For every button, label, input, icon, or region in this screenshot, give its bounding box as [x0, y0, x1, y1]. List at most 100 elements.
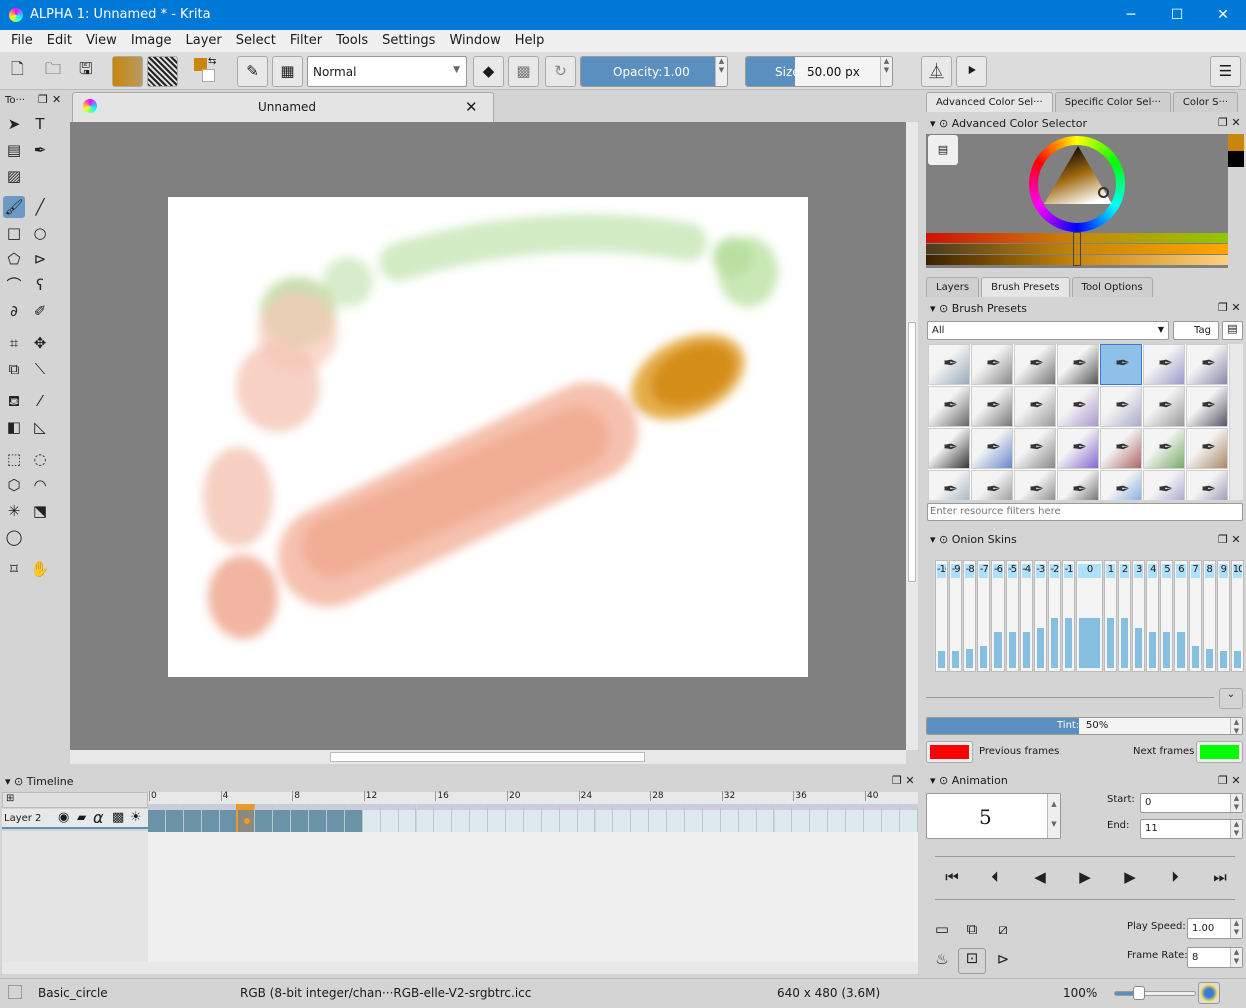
- brush-preset-thumbnail[interactable]: ✒: [1014, 386, 1056, 427]
- frame-cell[interactable]: [738, 804, 757, 832]
- onion-skin-offset-label[interactable]: -9: [951, 564, 961, 578]
- onion-skin-offset-label[interactable]: -2: [1049, 564, 1059, 578]
- frame-cell[interactable]: [846, 804, 864, 832]
- onion-skin-offset-label[interactable]: 3: [1134, 564, 1144, 578]
- onion-skin-opacity-bar[interactable]: [1008, 632, 1016, 668]
- close-button[interactable]: ✕: [1200, 0, 1246, 30]
- first-frame-icon[interactable]: ⏮: [940, 868, 964, 890]
- brush-preset-thumbnail[interactable]: ✒: [1100, 344, 1142, 385]
- polygon-select-tool-icon[interactable]: ⬡: [3, 474, 25, 496]
- mirror-horizontal-button[interactable]: ⏅: [921, 56, 952, 87]
- brush-preset-thumbnail[interactable]: ✒: [928, 344, 970, 385]
- brush-tag-dropdown[interactable]: All ▼: [927, 321, 1169, 340]
- frame-cell[interactable]: [881, 804, 900, 832]
- onion-skin-opacity-bar[interactable]: [980, 645, 988, 668]
- tab-advanced-color-selector[interactable]: Advanced Color Sel···: [926, 92, 1053, 112]
- frame-cell[interactable]: [344, 804, 363, 832]
- tab-specific-color-selector[interactable]: Specific Color Sel···: [1054, 92, 1171, 112]
- onion-skin-column[interactable]: -2: [1047, 560, 1061, 672]
- frame-cell[interactable]: [380, 804, 399, 832]
- workspace-menu-button[interactable]: ☰: [1210, 56, 1241, 87]
- onion-skin-offset-label[interactable]: -10: [937, 564, 947, 578]
- menu-help[interactable]: Help: [508, 30, 552, 52]
- background-color-swatch[interactable]: [202, 69, 215, 82]
- frame-ruler[interactable]: 0 4 8 12 16 20 24 28 32 36 40: [148, 791, 918, 804]
- onion-skin-column[interactable]: 6: [1174, 560, 1188, 672]
- frame-cell[interactable]: [506, 804, 524, 832]
- onion-skin-opacity-bar[interactable]: [1149, 632, 1157, 668]
- frame-cell[interactable]: [148, 804, 166, 832]
- next-frame-icon[interactable]: ▶: [1118, 868, 1142, 890]
- visibility-icon[interactable]: ◉: [58, 810, 69, 825]
- onion-skin-offset-label[interactable]: 9: [1218, 564, 1228, 578]
- expand-chevron-icon[interactable]: ⌄: [1219, 688, 1243, 709]
- crop-tool-icon[interactable]: ⌗: [3, 332, 25, 354]
- onion-skin-opacity-bar[interactable]: [1233, 650, 1241, 668]
- frame-cell[interactable]: [685, 804, 703, 832]
- onion-skin-offset-label[interactable]: 2: [1120, 564, 1130, 578]
- onion-skin-column[interactable]: -7: [977, 560, 991, 672]
- size-spin-icon[interactable]: ▲ ▼: [880, 57, 892, 86]
- edit-shapes-tool-icon[interactable]: ▤: [3, 139, 25, 161]
- onion-skin-offset-label[interactable]: 6: [1176, 564, 1186, 578]
- brush-preset-thumbnail[interactable]: ✒: [1186, 470, 1228, 500]
- frame-cell[interactable]: [235, 804, 258, 832]
- resource-filter-input[interactable]: Enter resource filters here: [927, 503, 1243, 521]
- color-selector-area[interactable]: ▤: [926, 134, 1228, 268]
- play-speed-spin-icon[interactable]: ▲ ▼: [1230, 919, 1242, 938]
- onion-skin-opacity-bar[interactable]: [966, 649, 974, 668]
- next-keyframe-icon[interactable]: ⏵: [1163, 868, 1187, 890]
- reload-preset-button[interactable]: ↻: [545, 56, 576, 87]
- measure-tool-icon[interactable]: ⟍: [29, 358, 51, 380]
- float-icon[interactable]: ❐ ✕: [1218, 301, 1241, 314]
- frame-rate-input[interactable]: 8 ▲ ▼: [1187, 947, 1243, 968]
- onion-skin-column[interactable]: 5: [1160, 560, 1174, 672]
- onion-skin-column[interactable]: -6: [991, 560, 1005, 672]
- frame-cell[interactable]: [559, 804, 578, 832]
- onion-skin-offset-label[interactable]: -1: [1063, 564, 1074, 578]
- lock-icon[interactable]: ▰: [77, 810, 86, 824]
- swap-colors-icon[interactable]: ⇆: [208, 56, 216, 67]
- frame-cell[interactable]: [774, 804, 793, 832]
- timeline-horizontal-scrollbar[interactable]: [2, 962, 918, 974]
- onion-skin-opacity-bar[interactable]: [1205, 649, 1213, 668]
- brush-preset-thumbnail[interactable]: ✒: [1143, 344, 1185, 385]
- gradient-tool-icon[interactable]: ◧: [3, 416, 25, 438]
- onion-skin-column[interactable]: -8: [963, 560, 977, 672]
- onion-skin-column[interactable]: 3: [1132, 560, 1146, 672]
- end-frame-input[interactable]: 11 ▲ ▼: [1140, 819, 1243, 839]
- alpha-lock-icon[interactable]: α: [93, 808, 104, 827]
- frame-cell[interactable]: [470, 804, 489, 832]
- onion-skin-opacity-bar[interactable]: [1121, 617, 1129, 668]
- slider-handle[interactable]: [1073, 232, 1081, 266]
- onion-skin-opacity-bar[interactable]: [952, 650, 960, 668]
- end-spin-icon[interactable]: ▲ ▼: [1230, 820, 1242, 838]
- horizontal-scroll-thumb[interactable]: [330, 752, 645, 762]
- menu-filter[interactable]: Filter: [283, 30, 329, 52]
- previous-keyframe-icon[interactable]: ⏴: [983, 868, 1007, 890]
- drop-frames-icon[interactable]: ⊳: [991, 950, 1015, 972]
- onion-skin-column[interactable]: 9: [1216, 560, 1230, 672]
- onion-skin-column[interactable]: 1: [1103, 560, 1118, 672]
- canvas-only-toggle-icon[interactable]: [1198, 982, 1220, 1004]
- zoom-tool-icon[interactable]: ⌑: [3, 558, 25, 580]
- brush-preset-thumbnail[interactable]: ✒: [971, 344, 1013, 385]
- frame-cell[interactable]: [183, 804, 202, 832]
- canvas-image[interactable]: [168, 197, 808, 677]
- onion-skin-offset-label[interactable]: 8: [1204, 564, 1214, 578]
- mirror-vertical-button[interactable]: ⯈: [956, 56, 987, 87]
- frame-cell[interactable]: [452, 804, 471, 832]
- frame-cell[interactable]: [720, 804, 739, 832]
- color-picker-handle[interactable]: [1098, 187, 1109, 198]
- frame-cell[interactable]: [792, 804, 811, 832]
- brush-preset-thumbnail[interactable]: ✒: [928, 470, 970, 500]
- open-document-icon[interactable]: 🗀: [45, 58, 61, 85]
- onion-skin-icon[interactable]: ☀: [130, 810, 142, 825]
- onion-skin-opacity-bar[interactable]: [1219, 650, 1227, 668]
- brush-preset-thumbnail[interactable]: ✒: [1057, 344, 1099, 385]
- onion-skin-opacity-bar[interactable]: [994, 632, 1002, 668]
- similar-select-tool-icon[interactable]: ⬔: [29, 500, 51, 522]
- previous-frames-color-button[interactable]: [926, 741, 973, 763]
- add-duplicate-frame-icon[interactable]: ⧉: [960, 920, 984, 942]
- frame-cell[interactable]: [165, 804, 184, 832]
